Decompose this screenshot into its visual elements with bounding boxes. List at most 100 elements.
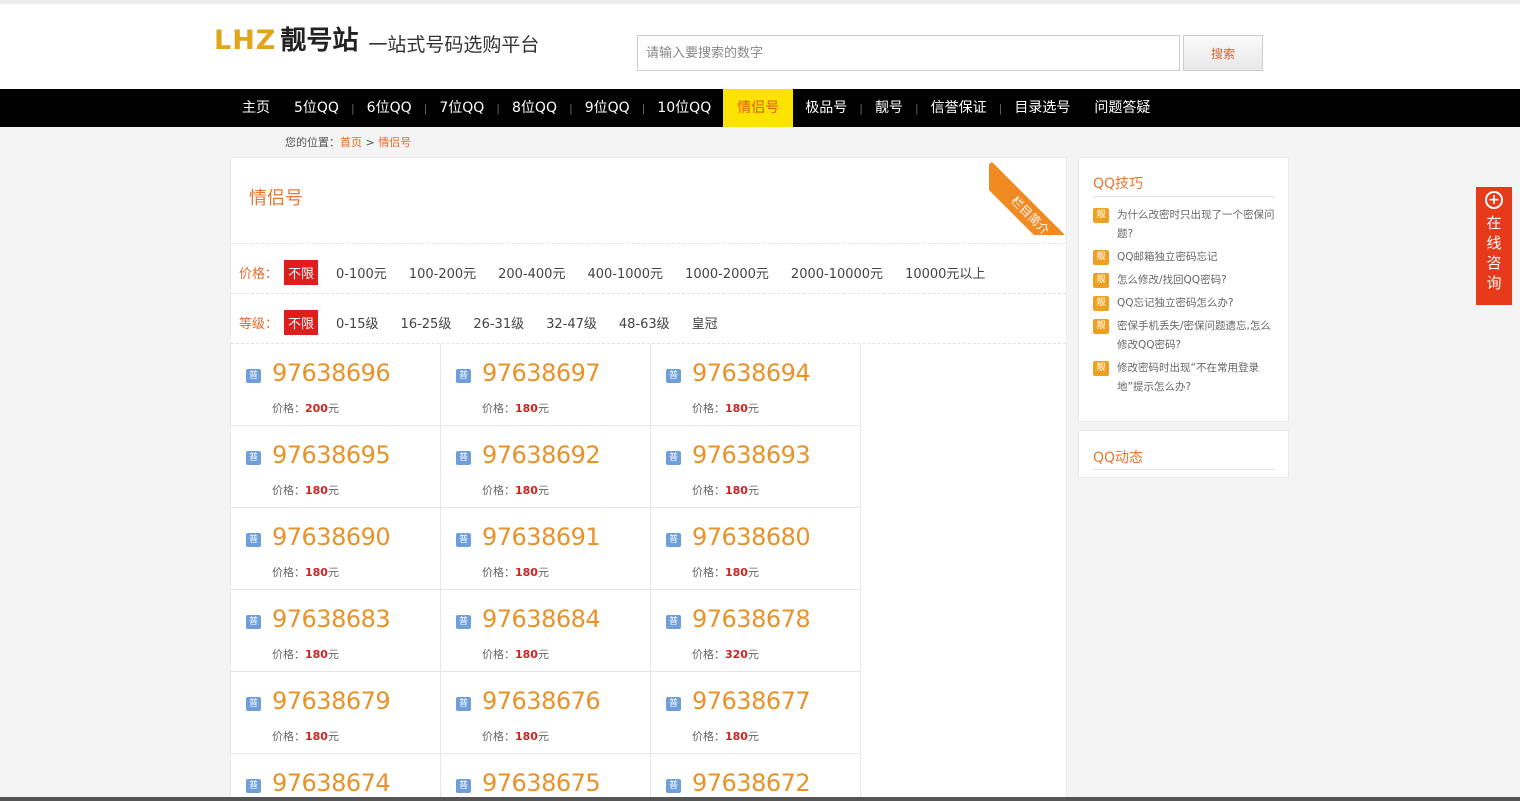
qq-number[interactable]: 97638672 xyxy=(692,769,811,797)
number-card[interactable]: 普 97638692 价格：180元 xyxy=(441,426,651,508)
qq-number[interactable]: 97638694 xyxy=(692,359,811,387)
qq-number[interactable]: 97638679 xyxy=(272,687,391,715)
qq-number[interactable]: 97638675 xyxy=(482,769,601,797)
nav-item[interactable]: 7位QQ xyxy=(427,89,496,127)
level-filter-option[interactable]: 不限 xyxy=(284,310,319,335)
level-filter-option[interactable]: 皇冠 xyxy=(692,313,718,332)
price-value: 180 xyxy=(725,484,748,497)
online-consult-button[interactable]: + 在线咨询 xyxy=(1476,187,1512,305)
number-card[interactable]: 普 97638684 价格：180元 xyxy=(441,590,651,672)
price-text: 价格：180元 xyxy=(482,728,549,744)
qq-number[interactable]: 97638678 xyxy=(692,605,811,633)
price-prefix: 价格： xyxy=(272,730,305,743)
number-card[interactable]: 普 97638694 价格：180元 xyxy=(651,344,861,426)
number-card[interactable]: 普 97638693 价格：180元 xyxy=(651,426,861,508)
price-filter-option[interactable]: 2000-10000元 xyxy=(791,263,883,282)
price-prefix: 价格： xyxy=(692,648,725,661)
number-card[interactable]: 普 97638672 xyxy=(651,754,861,801)
level-filter-option[interactable]: 26-31级 xyxy=(473,313,524,332)
tip-link[interactable]: 靓 QQ忘记独立密码怎么办? xyxy=(1093,294,1278,313)
price-unit: 元 xyxy=(747,648,759,661)
price-text: 价格：180元 xyxy=(482,482,549,498)
price-text: 价格：180元 xyxy=(692,728,759,744)
tip-link[interactable]: 靓怎么修改/找回QQ密码? xyxy=(1093,271,1278,290)
number-card[interactable]: 普 97638678 价格：320元 xyxy=(651,590,861,672)
regular-badge-icon: 普 xyxy=(456,369,471,383)
nav-item[interactable]: 6位QQ xyxy=(355,89,424,127)
price-filter-option[interactable]: 100-200元 xyxy=(409,263,476,282)
number-card[interactable]: 普 97638680 价格：180元 xyxy=(651,508,861,590)
price-filter-option[interactable]: 400-1000元 xyxy=(587,263,663,282)
qq-number[interactable]: 97638677 xyxy=(692,687,811,715)
nav-item[interactable]: 8位QQ xyxy=(500,89,569,127)
search-button[interactable]: 搜索 xyxy=(1183,35,1263,71)
tip-link[interactable]: 靓为什么改密时只出现了一个密保问题? xyxy=(1093,206,1278,244)
regular-badge-icon: 普 xyxy=(666,369,681,383)
qq-number[interactable]: 97638680 xyxy=(692,523,811,551)
regular-badge-icon: 普 xyxy=(456,615,471,629)
column-intro-ribbon[interactable]: 栏目简介 xyxy=(989,157,1067,235)
nav-item[interactable]: 目录选号 xyxy=(1002,89,1082,127)
nav-item[interactable]: 问题答疑 xyxy=(1082,89,1162,127)
qq-number[interactable]: 97638695 xyxy=(272,441,391,469)
number-card[interactable]: 普 97638696 价格：200元 xyxy=(231,344,441,426)
tip-badge-icon: 靓 xyxy=(1093,273,1109,288)
qq-number[interactable]: 97638683 xyxy=(272,605,391,633)
nav-item[interactable]: 信誉保证 xyxy=(919,89,999,127)
qq-number[interactable]: 97638696 xyxy=(272,359,391,387)
number-card[interactable]: 普 97638691 价格：180元 xyxy=(441,508,651,590)
number-card[interactable]: 普 97638676 价格：180元 xyxy=(441,672,651,754)
price-filter-option[interactable]: 0-100元 xyxy=(336,263,387,282)
qq-number[interactable]: 97638690 xyxy=(272,523,391,551)
number-card[interactable]: 普 97638679 价格：180元 xyxy=(231,672,441,754)
nav-item[interactable]: 5位QQ xyxy=(282,89,351,127)
qq-number[interactable]: 97638674 xyxy=(272,769,391,797)
number-card[interactable]: 普 97638695 价格：180元 xyxy=(231,426,441,508)
number-card[interactable]: 普 97638674 xyxy=(231,754,441,801)
price-filter-option[interactable]: 10000元以上 xyxy=(905,263,985,282)
qq-number[interactable]: 97638693 xyxy=(692,441,811,469)
number-card[interactable]: 普 97638697 价格：180元 xyxy=(441,344,651,426)
price-unit: 元 xyxy=(327,730,339,743)
level-filter-option[interactable]: 32-47级 xyxy=(546,313,597,332)
nav-item[interactable]: 主页 xyxy=(230,89,282,127)
nav-list: 主页 5位QQ | 6位QQ | 7位QQ | 8位QQ | 9位QQ | 10位QQ 情侣号 极品号 | 靓… xyxy=(230,89,1162,127)
tip-link[interactable]: 靓密保手机丢失/密保问题遗忘,怎么修改QQ密码? xyxy=(1093,317,1278,355)
price-value: 180 xyxy=(305,484,328,497)
search-input[interactable] xyxy=(637,35,1180,71)
level-filter-option[interactable]: 0-15级 xyxy=(336,313,379,332)
price-filter: 价格： 不限 0-100元 100-200元 200-400元 400-1000元 100… xyxy=(239,260,1007,285)
breadcrumb-current: 情侣号 xyxy=(378,136,412,149)
tip-text: 为什么改密时只出现了一个密保问题? xyxy=(1117,209,1275,240)
site-logo[interactable]: LHZ 靓号站 一站式号码选购平台 xyxy=(214,26,539,57)
tip-text: 修改密码时出现“不在常用登录地”提示怎么办? xyxy=(1117,362,1259,393)
qq-number[interactable]: 97638697 xyxy=(482,359,601,387)
nav-item[interactable]: 极品号 xyxy=(793,89,859,127)
number-card[interactable]: 普 97638677 价格：180元 xyxy=(651,672,861,754)
qq-number[interactable]: 97638692 xyxy=(482,441,601,469)
nav-item[interactable]: 靓号 xyxy=(863,89,915,127)
regular-badge-icon: 普 xyxy=(456,697,471,711)
level-filter-option[interactable]: 16-25级 xyxy=(401,313,452,332)
nav-item[interactable]: 情侣号 xyxy=(723,89,794,127)
number-card[interactable]: 普 97638675 xyxy=(441,754,651,801)
breadcrumb-home-link[interactable]: 首页 xyxy=(340,136,362,149)
price-prefix: 价格： xyxy=(692,566,725,579)
qq-number[interactable]: 97638676 xyxy=(482,687,601,715)
price-filter-option[interactable]: 1000-2000元 xyxy=(685,263,769,282)
tip-badge-icon: 靓 xyxy=(1093,250,1109,265)
price-text: 价格：180元 xyxy=(692,564,759,580)
number-card[interactable]: 普 97638690 价格：180元 xyxy=(231,508,441,590)
tip-link[interactable]: 靓修改密码时出现“不在常用登录地”提示怎么办? xyxy=(1093,359,1278,397)
price-prefix: 价格： xyxy=(482,730,515,743)
nav-item[interactable]: 9位QQ xyxy=(573,89,642,127)
qq-number[interactable]: 97638691 xyxy=(482,523,601,551)
tip-text: QQ邮箱独立密码忘记 xyxy=(1117,251,1218,263)
qq-number[interactable]: 97638684 xyxy=(482,605,601,633)
nav-item[interactable]: 10位QQ xyxy=(645,89,723,127)
tip-link[interactable]: 靓 QQ邮箱独立密码忘记 xyxy=(1093,248,1278,267)
price-filter-option[interactable]: 不限 xyxy=(284,260,319,285)
number-card[interactable]: 普 97638683 价格：180元 xyxy=(231,590,441,672)
level-filter-option[interactable]: 48-63级 xyxy=(619,313,670,332)
price-filter-option[interactable]: 200-400元 xyxy=(498,263,565,282)
